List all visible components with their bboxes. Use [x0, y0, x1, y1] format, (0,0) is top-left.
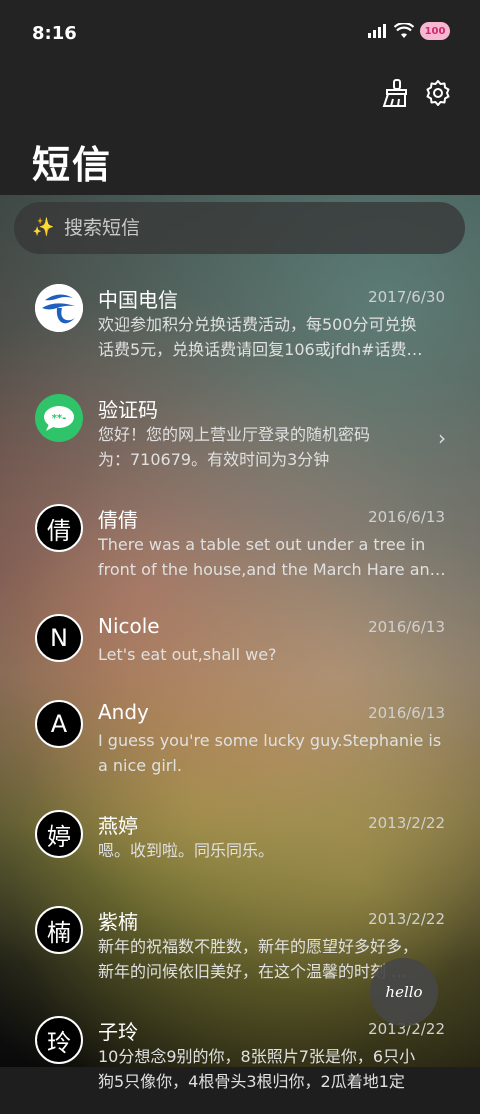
telecom-logo-icon	[35, 284, 83, 332]
page-title: 短信	[32, 143, 113, 187]
clean-brush-button[interactable]	[380, 78, 408, 108]
sender-name: 紫楠	[98, 910, 138, 934]
preview-line: There was a table set out under a tree i…	[98, 535, 426, 554]
svg-text:**-: **-	[52, 413, 67, 424]
sparkle-icon: ✨	[32, 217, 55, 238]
message-row-yanting[interactable]: 婷 燕婷 2013/2/22 嗯。收到啦。同乐同乐。	[0, 798, 480, 894]
message-preview: There was a table set out under a tree i…	[98, 532, 448, 582]
battery-icon: 100	[420, 22, 450, 40]
search-bar[interactable]: ✨	[14, 202, 465, 254]
message-row-nicole[interactable]: N Nicole 2016/6/13 Let's eat out,shall w…	[0, 602, 480, 688]
preview-line: I guess you're some lucky guy.Stephanie …	[98, 731, 442, 750]
avatar: 楠	[35, 906, 83, 954]
avatar: 倩	[35, 504, 83, 552]
chevron-right-icon: ›	[438, 426, 446, 450]
brush-icon	[382, 79, 407, 107]
message-preview: 10分想念9别的你，8张照片7张是你，6只小 狗5只像你，4根骨头3根归你，2瓜…	[98, 1044, 448, 1094]
message-row-qianqian[interactable]: 倩 倩倩 2016/6/13 There was a table set out…	[0, 492, 480, 602]
message-preview: Let's eat out,shall we?	[98, 642, 448, 667]
preview-line: a nice girl.	[98, 756, 182, 775]
avatar: A	[35, 700, 83, 748]
message-row-china-telecom[interactable]: 中国电信 2017/6/30 欢迎参加积分兑换话费活动，每500分可兑换 话费5…	[0, 272, 480, 382]
message-date: 2013/2/22	[368, 910, 445, 928]
message-preview: 欢迎参加积分兑换话费活动，每500分可兑换 话费5元，兑换话费请回复106或jf…	[98, 312, 448, 362]
message-row-andy[interactable]: A Andy 2016/6/13 I guess you're some luc…	[0, 688, 480, 798]
preview-line: 嗯。收到啦。同乐同乐。	[98, 841, 275, 860]
preview-line: 为：710679。有效时间为3分钟	[98, 450, 330, 469]
avatar: N	[35, 614, 83, 662]
preview-line: 您好！您的网上营业厅登录的随机密码	[98, 425, 371, 444]
status-bar: 8:16 100	[0, 20, 480, 50]
sender-name: Andy	[98, 700, 149, 724]
preview-line: 话费5元，兑换话费请回复106或jfdh#话费…	[98, 340, 423, 359]
message-preview: I guess you're some lucky guy.Stephanie …	[98, 728, 448, 778]
message-date: 2017/6/30	[368, 288, 445, 306]
wifi-icon	[394, 23, 414, 38]
signal-icon	[368, 24, 386, 38]
avatar: 玲	[35, 1016, 83, 1064]
status-time: 8:16	[32, 23, 77, 44]
message-date: 2016/6/13	[368, 618, 445, 636]
header-actions	[380, 78, 452, 108]
message-preview: 嗯。收到啦。同乐同乐。	[98, 838, 448, 863]
message-date: 2016/6/13	[368, 508, 445, 526]
new-message-fab[interactable]: hello	[370, 958, 438, 1026]
sender-name: 中国电信	[98, 288, 178, 312]
sender-name: 子玲	[98, 1020, 138, 1044]
search-input[interactable]	[62, 216, 426, 240]
status-icons: 100	[368, 22, 450, 40]
gear-icon	[426, 80, 450, 106]
message-preview: 您好！您的网上营业厅登录的随机密码 为：710679。有效时间为3分钟	[98, 422, 448, 472]
sender-name: 燕婷	[98, 814, 138, 838]
preview-line: Let's eat out,shall we?	[98, 645, 277, 664]
preview-line: 欢迎参加积分兑换话费活动，每500分可兑换	[98, 315, 417, 334]
sender-name: 倩倩	[98, 508, 138, 532]
message-date: 2016/6/13	[368, 704, 445, 722]
avatar: 婷	[35, 810, 83, 858]
preview-line: 狗5只像你，4根骨头3根归你，2瓜着地1定	[98, 1072, 405, 1091]
sender-name: Nicole	[98, 614, 160, 638]
preview-line: 新年的祝福数不胜数，新年的愿望好多好多，	[98, 937, 419, 956]
header-bar: 8:16 100 短信	[0, 0, 480, 195]
message-bubble-icon: **-	[44, 406, 74, 431]
avatar: **-	[35, 394, 83, 442]
sender-name: 验证码	[98, 398, 158, 422]
preview-line: front of the house,and the March Hare an…	[98, 560, 446, 579]
message-date: 2013/2/22	[368, 814, 445, 832]
settings-button[interactable]	[424, 78, 452, 108]
message-row-verification-code[interactable]: **- 验证码 您好！您的网上营业厅登录的随机密码 为：710679。有效时间为…	[0, 382, 480, 492]
avatar	[35, 284, 83, 332]
preview-line: 10分想念9别的你，8张照片7张是你，6只小	[98, 1047, 416, 1066]
